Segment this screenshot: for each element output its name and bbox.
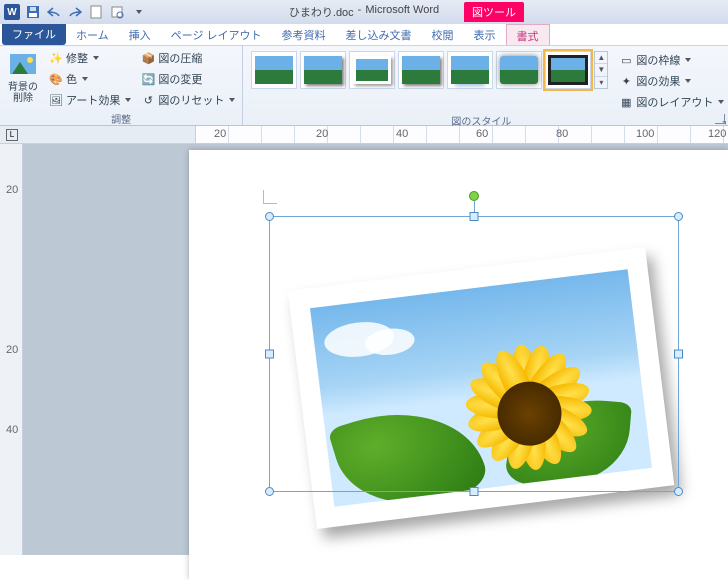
qat-customize-icon[interactable] xyxy=(129,3,147,21)
resize-handle-ne[interactable] xyxy=(674,212,683,221)
page-gutter xyxy=(23,144,189,555)
word-app-icon[interactable]: W xyxy=(4,4,20,20)
picture-styles-gallery: ▲▼▾ xyxy=(247,48,612,92)
tab-home[interactable]: ホーム xyxy=(66,24,119,45)
tab-selector[interactable]: L xyxy=(0,126,196,143)
new-doc-icon[interactable] xyxy=(87,3,105,21)
document-area: 20 20 40 xyxy=(0,144,728,555)
styles-dialog-launcher-icon[interactable] xyxy=(715,114,725,124)
tab-stop-icon: L xyxy=(6,129,18,141)
style-thumb-2[interactable] xyxy=(300,51,346,89)
group-adjust-label: 調整 xyxy=(4,110,238,127)
remove-background-label: 背景の 削除 xyxy=(8,82,38,104)
gallery-down-icon[interactable]: ▼ xyxy=(595,64,607,76)
app-name: Microsoft Word xyxy=(365,4,439,20)
tab-file[interactable]: ファイル xyxy=(2,23,66,45)
contextual-tab-group: 図ツール xyxy=(464,2,524,22)
tab-review[interactable]: 校閲 xyxy=(422,24,464,45)
quick-access-toolbar xyxy=(24,3,147,21)
group-picture-styles: ▲▼▾ ▭図の枠線 ✦図の効果 ▦図のレイアウト 図のスタイル xyxy=(243,46,728,125)
tab-format[interactable]: 書式 xyxy=(506,24,550,45)
gallery-scroll[interactable]: ▲▼▾ xyxy=(594,51,608,89)
resize-handle-se[interactable] xyxy=(674,487,683,496)
style-thumb-5[interactable] xyxy=(447,51,493,89)
ribbon-tabs: ファイル ホーム 挿入 ページ レイアウト 参考資料 差し込み文書 校閲 表示 … xyxy=(0,24,728,46)
undo-icon[interactable] xyxy=(45,3,63,21)
style-thumb-6[interactable] xyxy=(496,51,542,89)
window-title: ひまわり.doc - Microsoft Word xyxy=(289,4,439,20)
picture-tools-label: 図ツール xyxy=(464,2,524,22)
redo-icon[interactable] xyxy=(66,3,84,21)
tab-references[interactable]: 参考資料 xyxy=(272,24,336,45)
gallery-more-icon[interactable]: ▾ xyxy=(595,77,607,88)
change-picture-button[interactable]: 🔄図の変更 xyxy=(138,69,238,89)
gallery-up-icon[interactable]: ▲ xyxy=(595,52,607,64)
selection-outline xyxy=(269,216,679,492)
reset-picture-button[interactable]: ↺図のリセット xyxy=(138,90,238,110)
corrections-button[interactable]: ✨修整 xyxy=(46,48,134,68)
style-thumb-4[interactable] xyxy=(398,51,444,89)
artistic-effects-button[interactable]: 🖼アート効果 xyxy=(46,90,134,110)
title-bar: W ひまわり.doc - Microsoft Word 図ツール xyxy=(0,0,728,24)
tab-insert[interactable]: 挿入 xyxy=(119,24,161,45)
ruler-row: L 20 20 40 60 80 100 120 xyxy=(0,126,728,144)
compress-pictures-button[interactable]: 📦図の圧縮 xyxy=(138,48,238,68)
tab-page-layout[interactable]: ページ レイアウト xyxy=(161,24,272,45)
rotation-handle[interactable] xyxy=(469,191,479,201)
resize-handle-n[interactable] xyxy=(469,212,478,221)
style-thumb-3[interactable] xyxy=(349,51,395,89)
group-adjust: 背景の 削除 ✨修整 🎨色 🖼アート効果 📦図の圧縮 🔄図の変更 ↺図のリセット… xyxy=(0,46,243,125)
tab-mailings[interactable]: 差し込み文書 xyxy=(336,24,422,45)
document-name: ひまわり.doc xyxy=(289,4,354,20)
print-preview-icon[interactable] xyxy=(108,3,126,21)
resize-handle-sw[interactable] xyxy=(265,487,274,496)
style-thumb-7-selected[interactable] xyxy=(545,51,591,89)
picture-layout-button[interactable]: ▦図のレイアウト xyxy=(616,92,727,112)
margin-corner-mark xyxy=(263,190,277,204)
resize-handle-s[interactable] xyxy=(469,487,478,496)
resize-handle-nw[interactable] xyxy=(265,212,274,221)
ribbon: 背景の 削除 ✨修整 🎨色 🖼アート効果 📦図の圧縮 🔄図の変更 ↺図のリセット… xyxy=(0,46,728,126)
tab-view[interactable]: 表示 xyxy=(464,24,506,45)
vertical-ruler[interactable]: 20 20 40 xyxy=(0,144,23,555)
style-thumb-1[interactable] xyxy=(251,51,297,89)
resize-handle-w[interactable] xyxy=(265,350,274,359)
color-button[interactable]: 🎨色 xyxy=(46,69,134,89)
horizontal-ruler[interactable]: 20 20 40 60 80 100 120 xyxy=(196,126,728,143)
picture-border-button[interactable]: ▭図の枠線 xyxy=(616,50,727,70)
resize-handle-e[interactable] xyxy=(674,350,683,359)
picture-effects-button[interactable]: ✦図の効果 xyxy=(616,71,727,91)
document-page[interactable]: ↵ xyxy=(189,150,728,580)
save-icon[interactable] xyxy=(24,3,42,21)
remove-background-button[interactable]: 背景の 削除 xyxy=(4,48,42,104)
